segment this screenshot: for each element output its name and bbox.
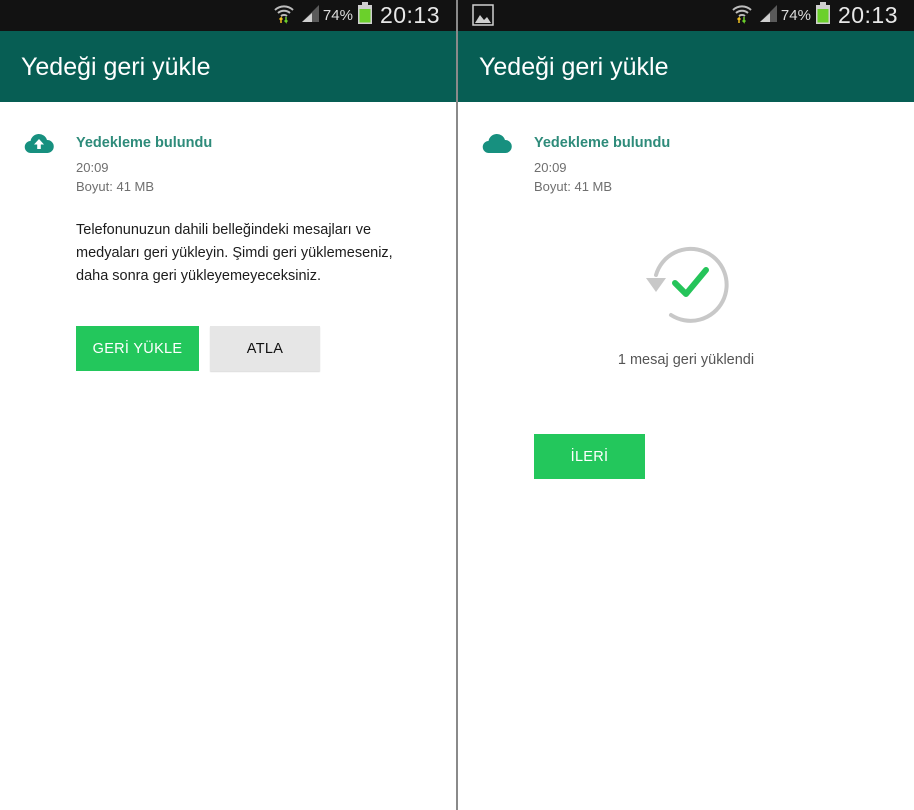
image-icon bbox=[472, 4, 494, 31]
restore-screen-right: 74% 20:13 Yedeği geri yükle Yedekleme bu… bbox=[458, 0, 914, 810]
app-bar: Yedeği geri yükle bbox=[458, 31, 914, 102]
restore-result-text: 1 mesaj geri yüklendi bbox=[617, 352, 755, 368]
clock: 20:13 bbox=[837, 2, 898, 28]
restore-screen-left: 74% 20:13 Yedeği geri yükle Yedekleme bu… bbox=[0, 0, 456, 810]
cloud-upload-icon bbox=[24, 132, 54, 159]
backup-title: Yedekleme bulundu bbox=[76, 135, 213, 151]
backup-time: 20:09 bbox=[76, 160, 109, 175]
cloud-icon bbox=[482, 132, 512, 159]
restore-description: Telefonunuzun dahili belleğindeki mesajl… bbox=[76, 222, 393, 284]
battery-icon bbox=[815, 2, 830, 29]
signal-icon bbox=[758, 3, 778, 28]
content-area: Yedekleme bulundu 20:09 Boyut: 41 MB Tel… bbox=[0, 102, 456, 810]
battery-icon bbox=[357, 2, 372, 29]
wifi-icon bbox=[273, 2, 295, 29]
skip-button[interactable]: ATLA bbox=[210, 326, 320, 371]
page-title: Yedeği geri yükle bbox=[479, 53, 669, 81]
backup-size: Boyut: 41 MB bbox=[534, 179, 613, 194]
status-bar: 74% 20:13 bbox=[458, 0, 914, 31]
wifi-icon bbox=[731, 2, 753, 29]
restore-success-icon bbox=[641, 243, 733, 328]
app-bar: Yedeği geri yükle bbox=[0, 31, 456, 102]
next-button[interactable]: İLERİ bbox=[534, 434, 645, 479]
signal-icon bbox=[300, 3, 320, 28]
restore-button[interactable]: GERİ YÜKLE bbox=[76, 326, 199, 371]
backup-time: 20:09 bbox=[534, 160, 567, 175]
backup-size: Boyut: 41 MB bbox=[76, 179, 155, 194]
backup-title: Yedekleme bulundu bbox=[534, 135, 671, 151]
battery-percent: 74% bbox=[322, 7, 353, 24]
content-area: Yedekleme bulundu 20:09 Boyut: 41 MB 1 m… bbox=[458, 102, 914, 810]
clock: 20:13 bbox=[379, 2, 440, 28]
status-bar: 74% 20:13 bbox=[0, 0, 456, 31]
page-title: Yedeği geri yükle bbox=[21, 53, 211, 81]
battery-percent: 74% bbox=[780, 7, 811, 24]
